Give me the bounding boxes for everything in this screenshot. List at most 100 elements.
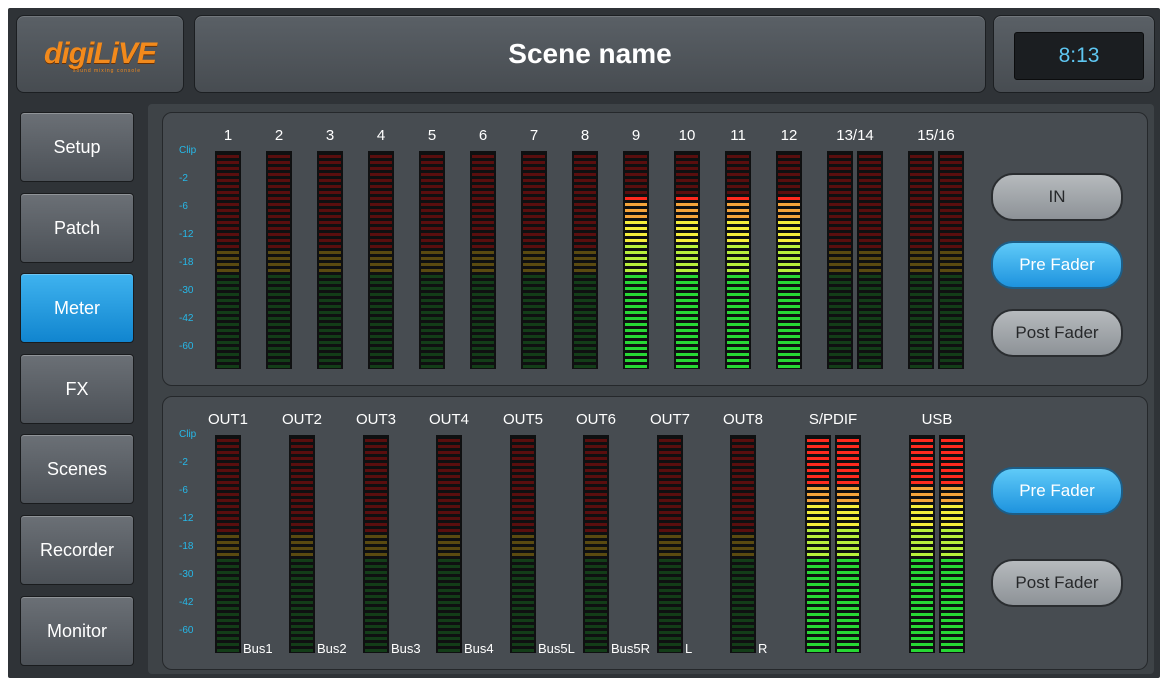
meter-segment: [910, 269, 932, 272]
meter-segment: [217, 517, 239, 520]
meter-segment: [625, 335, 647, 338]
meter-segment: [523, 179, 545, 182]
output-meter-out1: [215, 435, 241, 653]
meter-segment: [829, 293, 851, 296]
meter-segment: [732, 463, 754, 466]
meter-segment: [940, 305, 962, 308]
meter-segment: [807, 601, 829, 604]
meter-segment: [365, 493, 387, 496]
input-post-fader-button[interactable]: Post Fader: [991, 309, 1123, 357]
meter-segment: [370, 191, 392, 194]
meter-segment: [319, 167, 341, 170]
meter-segment: [438, 493, 460, 496]
meter-segment: [807, 469, 829, 472]
meter-segment: [217, 215, 239, 218]
db-scale-label: -30: [179, 285, 194, 296]
meter-segment: [268, 347, 290, 350]
meter-segment: [268, 221, 290, 224]
meter-segment: [574, 221, 596, 224]
meter-segment: [940, 203, 962, 206]
meter-segment: [625, 215, 647, 218]
meter-segment: [370, 305, 392, 308]
meter-segment: [268, 161, 290, 164]
nav-meter-button[interactable]: Meter: [20, 273, 134, 343]
meter-segment: [859, 365, 881, 368]
scene-title-bar[interactable]: Scene name: [194, 15, 986, 93]
meter-segment: [370, 269, 392, 272]
meter-segment: [910, 341, 932, 344]
meter-segment: [625, 323, 647, 326]
output-channel-label: S/PDIF: [808, 411, 858, 428]
meter-segment: [732, 625, 754, 628]
meter-segment: [940, 209, 962, 212]
meter-segment: [659, 625, 681, 628]
meter-segment: [676, 299, 698, 302]
meter-segment: [585, 475, 607, 478]
nav-fx-button[interactable]: FX: [20, 354, 134, 424]
meter-segment: [807, 595, 829, 598]
meter-segment: [941, 637, 963, 640]
meter-segment: [421, 263, 443, 266]
meter-segment: [778, 233, 800, 236]
meter-segment: [829, 323, 851, 326]
nav-monitor-button[interactable]: Monitor: [20, 596, 134, 666]
meter-segment: [940, 215, 962, 218]
input-meter-2: [266, 151, 292, 369]
meter-segment: [676, 269, 698, 272]
meter-segment: [217, 625, 239, 628]
output-pre-fader-button[interactable]: Pre Fader: [991, 467, 1123, 515]
meter-segment: [217, 263, 239, 266]
nav-recorder-button[interactable]: Recorder: [20, 515, 134, 585]
meter-segment: [732, 553, 754, 556]
meter-segment: [217, 281, 239, 284]
meter-segment: [268, 365, 290, 368]
meter-segment: [911, 571, 933, 574]
meter-segment: [512, 517, 534, 520]
meter-segment: [319, 203, 341, 206]
meter-segment: [859, 233, 881, 236]
meter-segment: [585, 529, 607, 532]
meter-segment: [472, 311, 494, 314]
meter-segment: [574, 281, 596, 284]
meter-segment: [829, 233, 851, 236]
meter-segment: [859, 293, 881, 296]
meter-segment: [625, 167, 647, 170]
meter-segment: [523, 197, 545, 200]
meter-segment: [512, 631, 534, 634]
meter-segment: [807, 649, 829, 652]
meter-segment: [421, 353, 443, 356]
meter-segment: [319, 347, 341, 350]
meter-segment: [268, 233, 290, 236]
input-pre-fader-button[interactable]: Pre Fader: [991, 241, 1123, 289]
in-button[interactable]: IN: [991, 173, 1123, 221]
meter-segment: [911, 469, 933, 472]
meter-segment: [829, 365, 851, 368]
meter-segment: [911, 649, 933, 652]
meter-segment: [291, 469, 313, 472]
meter-segment: [676, 341, 698, 344]
meter-segment: [421, 221, 443, 224]
meter-segment: [217, 577, 239, 580]
meter-segment: [268, 209, 290, 212]
meter-segment: [472, 239, 494, 242]
meter-segment: [268, 275, 290, 278]
meter-segment: [911, 607, 933, 610]
meter-segment: [421, 275, 443, 278]
meter-segment: [941, 499, 963, 502]
meter-segment: [585, 445, 607, 448]
meter-segment: [523, 353, 545, 356]
nav-patch-button[interactable]: Patch: [20, 193, 134, 263]
meter-segment: [217, 257, 239, 260]
output-post-fader-button[interactable]: Post Fader: [991, 559, 1123, 607]
meter-segment: [859, 329, 881, 332]
meter-segment: [732, 511, 754, 514]
meter-segment: [778, 161, 800, 164]
nav-setup-button[interactable]: Setup: [20, 112, 134, 182]
meter-segment: [778, 275, 800, 278]
meter-segment: [291, 649, 313, 652]
meter-segment: [807, 613, 829, 616]
meter-segment: [268, 269, 290, 272]
meter-segment: [512, 565, 534, 568]
nav-scenes-button[interactable]: Scenes: [20, 434, 134, 504]
meter-segment: [365, 439, 387, 442]
